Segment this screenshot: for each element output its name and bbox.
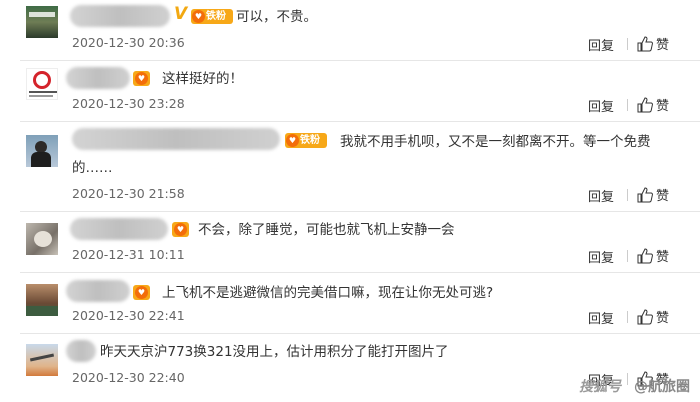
fan-badge: ♥ (133, 71, 150, 86)
like-button[interactable]: 赞 (637, 185, 669, 204)
divider (20, 60, 700, 61)
reply-button[interactable]: 回复 (588, 35, 614, 54)
reply-button[interactable]: 回复 (588, 96, 614, 115)
fan-icon: ♥ (135, 72, 148, 85)
username[interactable] (70, 5, 170, 27)
watermark-left: 搜狐号 (579, 379, 622, 395)
comment-time: 2020-12-31 10:11 (72, 247, 185, 262)
avatar[interactable] (26, 6, 58, 38)
divider (20, 333, 700, 334)
comment-text: 昨天天京沪773换321没用上，估计用积分了能打开图片了 (100, 344, 449, 360)
username[interactable] (72, 128, 280, 150)
action-divider (627, 311, 628, 323)
thumbs-up-icon (637, 309, 653, 325)
like-button[interactable]: 赞 (637, 34, 669, 53)
vip-icon: V (174, 4, 188, 24)
reply-button[interactable]: 回复 (588, 308, 614, 327)
comment-time: 2020-12-30 22:41 (72, 308, 185, 323)
like-button[interactable]: 赞 (637, 307, 669, 326)
thumbs-up-icon (637, 36, 653, 52)
comment-time: 2020-12-30 22:40 (72, 370, 185, 385)
action-divider (627, 99, 628, 111)
fan-badge: ♥ (133, 285, 150, 300)
divider (20, 121, 700, 122)
avatar[interactable] (26, 135, 58, 167)
watermark-right: @航旅圈 (634, 379, 690, 395)
comment-text: 我就不用手机呗，又不是一刻都离不开。等一个免费 (340, 134, 651, 150)
username[interactable] (66, 280, 130, 302)
divider (20, 272, 700, 273)
comment-text: 可以，不贵。 (236, 9, 317, 25)
avatar[interactable] (26, 68, 58, 100)
fan-badge: ♥ (172, 222, 189, 237)
thumbs-up-icon (637, 248, 653, 264)
fan-icon: ♥ (286, 134, 299, 147)
comment-text-continued: 的…… (72, 160, 113, 176)
comment-text: 这样挺好的！ (162, 71, 243, 87)
action-divider (627, 38, 628, 50)
like-button[interactable]: 赞 (637, 246, 669, 265)
comment-time: 2020-12-30 20:36 (72, 35, 185, 50)
avatar[interactable] (26, 223, 58, 255)
comment-time: 2020-12-30 21:58 (72, 186, 185, 201)
comment-text: 上飞机不是逃避微信的完美借口嘛，现在让你无处可逃? (162, 285, 494, 301)
divider (20, 211, 700, 212)
avatar[interactable] (26, 284, 58, 316)
fan-badge: ♥ 铁粉 (191, 9, 233, 24)
thumbs-up-icon (637, 97, 653, 113)
comment-text: 不会，除了睡觉，可能也就飞机上安静一会 (198, 222, 455, 238)
fan-icon: ♥ (192, 10, 205, 23)
action-divider (627, 250, 628, 262)
fan-icon: ♥ (174, 223, 187, 236)
reply-button[interactable]: 回复 (588, 247, 614, 266)
avatar[interactable] (26, 344, 58, 376)
like-button[interactable]: 赞 (637, 95, 669, 114)
action-divider (627, 189, 628, 201)
fan-badge: ♥ 铁粉 (285, 133, 327, 148)
username[interactable] (66, 340, 96, 362)
reply-button[interactable]: 回复 (588, 186, 614, 205)
watermark: 搜狐号 @航旅圈 (579, 376, 690, 396)
comment-time: 2020-12-30 23:28 (72, 96, 185, 111)
fan-icon: ♥ (135, 286, 148, 299)
thumbs-up-icon (637, 187, 653, 203)
username[interactable] (66, 67, 130, 89)
username[interactable] (70, 218, 168, 240)
